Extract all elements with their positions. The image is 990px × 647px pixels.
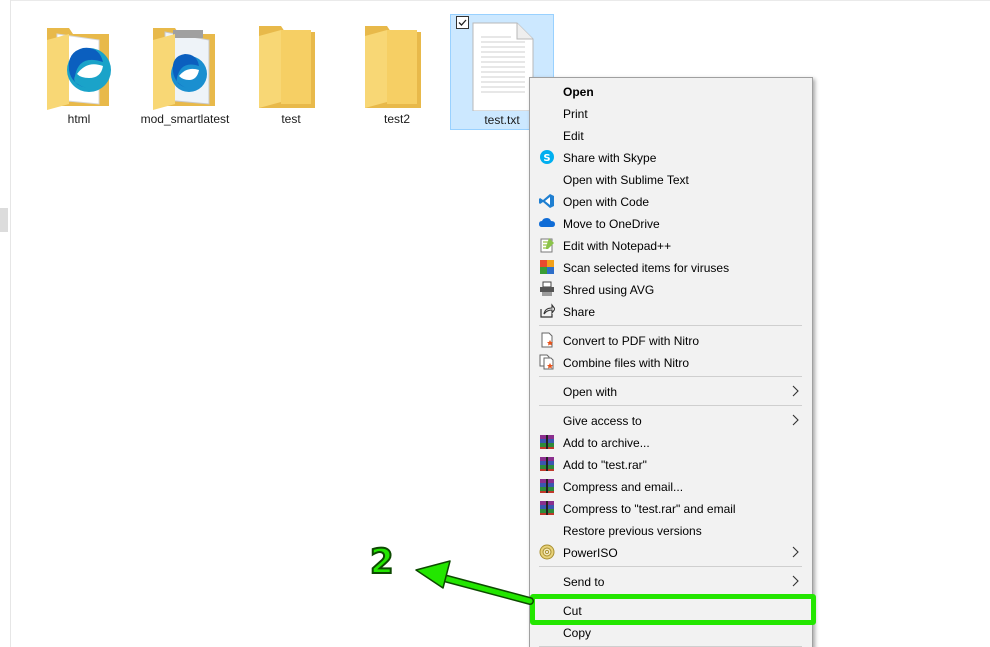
- menu-separator: [539, 325, 802, 326]
- poweriso-icon: [539, 544, 555, 560]
- navigation-pane-divider: [10, 0, 11, 647]
- file-item-test[interactable]: test: [239, 14, 343, 130]
- menu-item-label: Scan selected items for viruses: [563, 261, 730, 275]
- menu-item-label: Restore previous versions: [563, 524, 702, 538]
- menu-item-share[interactable]: Share: [530, 300, 812, 322]
- menu-item-print[interactable]: Print: [530, 102, 812, 124]
- menu-item-label: Edit with Notepad++: [563, 239, 672, 253]
- file-item-mod-smartlatest[interactable]: mod_smartlatest: [133, 14, 237, 130]
- menu-item-label: Print: [563, 107, 588, 121]
- chevron-right-icon: [792, 546, 799, 558]
- menu-separator: [539, 376, 802, 377]
- menu-item-add-to-archive[interactable]: Add to archive...: [530, 431, 812, 453]
- winrar-icon: [540, 479, 554, 493]
- file-item-test2[interactable]: test2: [345, 14, 449, 130]
- menu-item-label: Share: [563, 305, 596, 319]
- menu-item-label: Copy: [563, 626, 592, 640]
- menu-item-compress-to-test-rar-email[interactable]: Compress to "test.rar" and email: [530, 497, 812, 519]
- file-name-label: html: [67, 112, 91, 126]
- selection-checkbox[interactable]: [456, 16, 469, 29]
- menu-item-compress-and-email[interactable]: Compress and email...: [530, 475, 812, 497]
- menu-item-label: Compress and email...: [563, 480, 684, 494]
- menu-item-label: Open with Code: [563, 195, 650, 209]
- menu-item-label: Compress to "test.rar" and email: [563, 502, 736, 516]
- menu-item-send-to[interactable]: Send to: [530, 570, 812, 592]
- cut-highlight-box: [530, 594, 816, 625]
- step-number-label: 2: [369, 542, 395, 582]
- annotation-arrow-icon: [415, 560, 534, 605]
- menu-item-poweriso[interactable]: PowerISO: [530, 541, 812, 563]
- navigation-pane-scrollbar[interactable]: [0, 208, 8, 232]
- folder-icon: [259, 26, 315, 108]
- file-name-label: test: [281, 112, 301, 126]
- menu-item-share-with-skype[interactable]: S Share with Skype: [530, 146, 812, 168]
- menu-item-label: Combine files with Nitro: [563, 356, 690, 370]
- shredder-icon: [540, 281, 554, 296]
- skype-icon: S: [540, 150, 554, 164]
- antivirus-icon: [540, 260, 554, 274]
- menu-separator: [539, 405, 802, 406]
- menu-item-label: PowerISO: [563, 546, 618, 560]
- onedrive-icon: [539, 218, 555, 227]
- folder-notepad-icon: [153, 28, 215, 110]
- context-menu: Open Print Edit S Share with Skype Open …: [529, 77, 813, 647]
- chevron-right-icon: [792, 385, 799, 397]
- top-border: [10, 0, 990, 1]
- checkmark-icon: [458, 19, 467, 26]
- winrar-icon: [540, 501, 554, 515]
- chevron-right-icon: [792, 575, 799, 587]
- menu-item-label: Open: [563, 85, 594, 99]
- menu-separator: [539, 566, 802, 567]
- file-name-label: test2: [383, 112, 410, 126]
- menu-item-label: Edit: [563, 129, 584, 143]
- menu-item-label: Open with: [563, 385, 618, 399]
- menu-item-label: Send to: [563, 575, 605, 589]
- winrar-icon: [540, 457, 554, 471]
- menu-item-convert-pdf-nitro[interactable]: Convert to PDF with Nitro: [530, 329, 812, 351]
- menu-item-open-with-code[interactable]: Open with Code: [530, 190, 812, 212]
- menu-item-label: Convert to PDF with Nitro: [563, 334, 700, 348]
- menu-item-label: Open with Sublime Text: [563, 173, 689, 187]
- menu-item-scan-viruses[interactable]: Scan selected items for viruses: [530, 256, 812, 278]
- menu-item-restore-previous-versions[interactable]: Restore previous versions: [530, 519, 812, 541]
- svg-text:S: S: [543, 153, 550, 164]
- vscode-icon: [539, 194, 554, 208]
- menu-item-open-with[interactable]: Open with: [530, 380, 812, 402]
- nitro-convert-icon: [541, 332, 553, 348]
- menu-item-combine-nitro[interactable]: Combine files with Nitro: [530, 351, 812, 373]
- share-icon: [540, 303, 555, 318]
- menu-item-label: Shred using AVG: [563, 283, 655, 297]
- menu-item-label: Add to "test.rar": [563, 458, 647, 472]
- menu-item-add-to-test-rar[interactable]: Add to "test.rar": [530, 453, 812, 475]
- file-explorer-view: html mod_smartlatest test test2 test.txt…: [0, 0, 990, 647]
- menu-item-label: Move to OneDrive: [563, 217, 660, 231]
- menu-item-label: Give access to: [563, 414, 642, 428]
- winrar-icon: [540, 435, 554, 449]
- chevron-right-icon: [792, 414, 799, 426]
- folder-edge-icon: [47, 28, 111, 110]
- nitro-combine-icon: [539, 354, 554, 370]
- menu-item-shred-avg[interactable]: Shred using AVG: [530, 278, 812, 300]
- file-name-label: mod_smartlatest: [140, 112, 230, 126]
- menu-item-open-with-sublime[interactable]: Open with Sublime Text: [530, 168, 812, 190]
- menu-item-edit-with-notepadpp[interactable]: Edit with Notepad++: [530, 234, 812, 256]
- menu-item-label: Share with Skype: [563, 151, 657, 165]
- menu-item-edit[interactable]: Edit: [530, 124, 812, 146]
- menu-item-open[interactable]: Open: [530, 80, 812, 102]
- file-item-html[interactable]: html: [27, 14, 131, 130]
- menu-item-label: Add to archive...: [563, 436, 650, 450]
- menu-item-give-access-to[interactable]: Give access to: [530, 409, 812, 431]
- folder-icon: [365, 26, 421, 108]
- menu-item-move-to-onedrive[interactable]: Move to OneDrive: [530, 212, 812, 234]
- notepadpp-icon: [540, 238, 554, 253]
